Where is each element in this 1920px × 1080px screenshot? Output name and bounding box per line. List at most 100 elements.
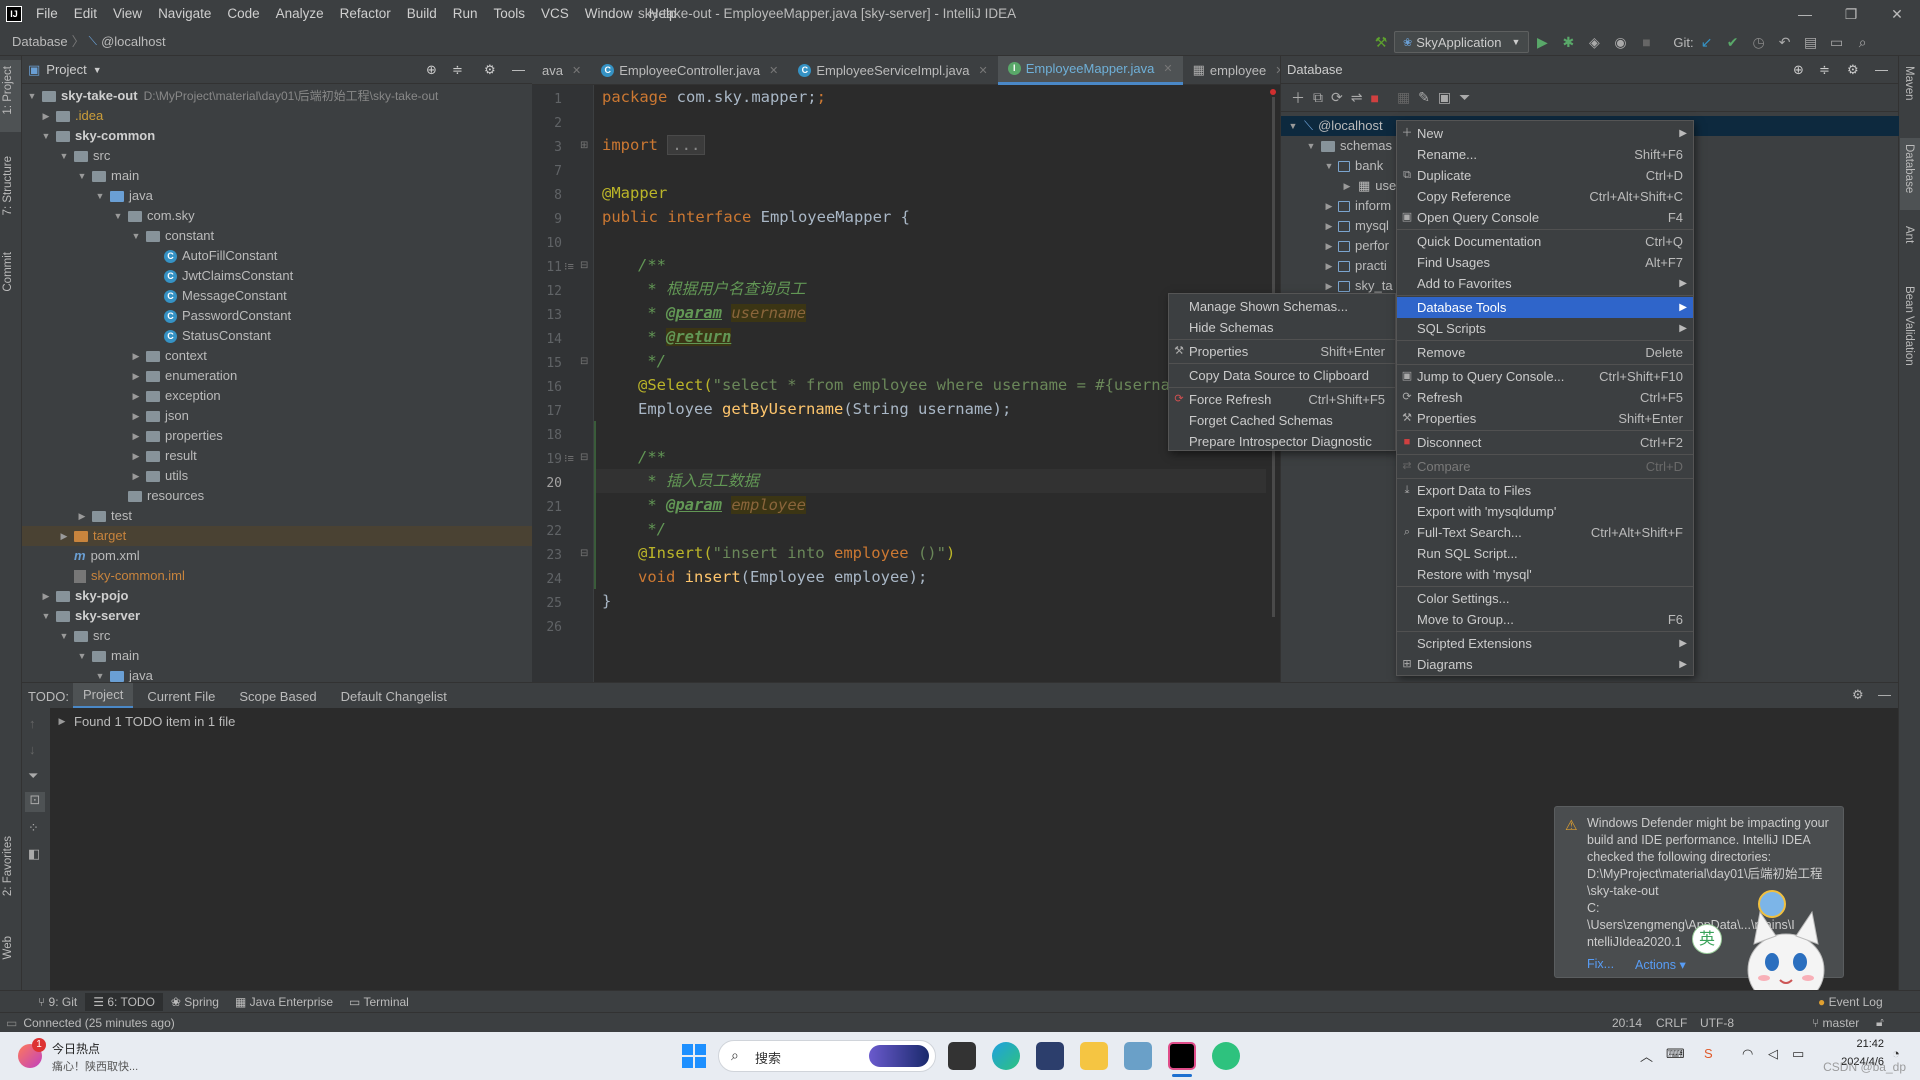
menu-diagrams[interactable]: ⊞ Diagrams ▶ [1397,654,1693,675]
menu-jump-to-query-console[interactable]: ▣ Jump to Query Console... Ctrl+Shift+F10 [1397,366,1693,387]
menu-full-text-search[interactable]: ⌕ Full-Text Search... Ctrl+Alt+Shift+F [1397,522,1693,543]
tree-node-jwtclaimsconstant[interactable]: C JwtClaimsConstant [148,266,293,286]
tray-ime-icon[interactable]: ⌨ [1666,1046,1685,1062]
tab-truncated[interactable]: ava ✕ [532,56,591,85]
doc-render-icon[interactable]: ⁝≡ [564,452,574,465]
build-hammer-icon[interactable]: ⚒ [1370,31,1392,53]
git-update-icon[interactable]: ↙ [1696,31,1718,53]
locate-icon[interactable]: ⊕ [426,62,437,78]
wechat-icon[interactable] [1212,1042,1240,1070]
layout-icon[interactable]: ◧ [28,846,40,862]
arrow-up-icon[interactable]: ↑ [29,716,36,731]
menu-open-query-console[interactable]: ▣ Open Query Console F4 [1397,207,1693,228]
hide-panel-icon[interactable]: — [512,62,525,77]
menu-copy-data-source[interactable]: Copy Data Source to Clipboard [1169,365,1395,386]
git-commit-icon[interactable]: ✔ [1722,31,1744,53]
menu-properties[interactable]: ⚒ Properties Shift+Enter [1397,408,1693,429]
menu-navigate[interactable]: Navigate [150,0,219,28]
todo-tab-scope-based[interactable]: Scope Based [229,685,326,708]
db-node-schemas[interactable]: ▼ schemas [1305,136,1393,156]
tree-node-resources[interactable]: resources [112,486,204,506]
menu-manage-shown-schemas[interactable]: Manage Shown Schemas... [1169,296,1395,317]
menu-find-usages[interactable]: Find Usages Alt+F7 [1397,252,1693,273]
menu-force-refresh[interactable]: ⟳ Force Refresh Ctrl+Shift+F5 [1169,389,1395,410]
hide-panel-icon[interactable]: — [1875,62,1888,77]
file-explorer-icon[interactable] [1080,1042,1108,1070]
stop-icon[interactable]: ■ [1635,31,1657,53]
close-icon[interactable]: ✕ [1874,0,1920,28]
menu-disconnect[interactable]: ■ Disconnect Ctrl+F2 [1397,432,1693,453]
clock-time[interactable]: 21:42 [1830,1038,1884,1050]
db-node-inform[interactable]: ▶ inform [1323,196,1392,216]
tree-node-messageconstant[interactable]: C MessageConstant [148,286,287,306]
tree-node-constant[interactable]: ▼ constant [130,226,215,246]
terminal-tool-tab[interactable]: ▭ Terminal [341,995,417,1009]
wifi-icon[interactable]: ◠ [1742,1046,1753,1062]
news-title[interactable]: 今日热点 [52,1040,100,1057]
presentation-icon[interactable]: ▭ [1826,31,1848,53]
edit-icon[interactable]: ✎ [1418,89,1430,106]
console-icon[interactable]: ▣ [1438,89,1451,106]
gear-icon[interactable]: ⚙ [1852,687,1864,703]
menu-copy-reference[interactable]: Copy Reference Ctrl+Alt+Shift+C [1397,186,1693,207]
tree-node-statusconstant[interactable]: C StatusConstant [148,326,271,346]
close-tab-icon[interactable]: ✕ [1163,62,1172,75]
gear-icon[interactable]: ⚙ [1847,62,1859,78]
tree-node-src[interactable]: ▼ src [58,146,111,166]
tree-node-enumeration[interactable]: ▶ enumeration [130,366,238,386]
edge-browser-icon[interactable] [992,1042,1020,1070]
lock-icon[interactable]: 🔓︎ [1876,1015,1884,1030]
tree-node-server-main[interactable]: ▼ main [76,646,140,666]
chevron-down-icon[interactable]: ▼ [93,65,102,75]
ant-tool-tab[interactable]: Ant [1903,226,1915,243]
db-node-localhost[interactable]: ▼ ⟍ @localhost [1287,116,1383,136]
menu-edit[interactable]: Edit [66,0,105,28]
tree-node-context[interactable]: ▶ context [130,346,207,366]
project-panel-title[interactable]: Project [46,62,86,77]
fold-icon[interactable]: ⊟ [580,356,588,367]
todo-tab-default-changelist[interactable]: Default Changelist [331,685,457,708]
taskbar-search[interactable]: ⌕ 搜索 [718,1040,936,1072]
breadcrumb-database[interactable]: Database [12,28,68,56]
news-subtitle[interactable]: 痛心！陕西取快... [52,1058,138,1074]
volume-icon[interactable]: ◁ [1768,1046,1778,1062]
disconnect-icon[interactable]: ■ [1370,90,1378,106]
tray-chevron-up-icon[interactable]: ︿ [1640,1046,1653,1065]
menu-vcs[interactable]: VCS [533,0,577,28]
status-icon[interactable]: ▭ [6,1016,17,1030]
tree-node-server-src[interactable]: ▼ src [58,626,111,646]
menu-refactor[interactable]: Refactor [332,0,399,28]
tree-node-result[interactable]: ▶ result [130,446,197,466]
event-log-tool-tab[interactable]: ● Event Log [1818,995,1883,1009]
doc-render-icon[interactable]: ⁝≡ [564,260,574,273]
menu-prepare-introspector[interactable]: Prepare Introspector Diagnostic [1169,431,1395,452]
web-tool-tab[interactable]: Web [2,936,14,959]
profiler-icon[interactable]: ◉ [1609,31,1631,53]
menu-rename[interactable]: Rename... Shift+F6 [1397,144,1693,165]
tree-node-utils[interactable]: ▶ utils [130,466,189,486]
tree-node-pom-xml[interactable]: m pom.xml [58,546,140,566]
vscode-like-icon[interactable] [1036,1042,1064,1070]
tree-node-sky-take-out[interactable]: ▼ sky-take-out D:\MyProject\material\day01… [26,86,439,106]
db-node-mysql[interactable]: ▶ mysql [1323,216,1389,236]
filter-icon[interactable]: ⏷ [28,768,38,784]
file-encoding[interactable]: UTF-8 [1700,1016,1734,1030]
menu-remove[interactable]: Remove Delete [1397,342,1693,363]
menu-file[interactable]: File [28,0,66,28]
db-node-practi[interactable]: ▶ practi [1323,256,1387,276]
collapse-all-icon[interactable]: ≑ [452,62,463,78]
tree-node-passwordconstant[interactable]: C PasswordConstant [148,306,291,326]
tree-node-com-sky[interactable]: ▼ com.sky [112,206,195,226]
project-tool-tab[interactable]: 1: Project [2,66,14,115]
menu-duplicate[interactable]: ⧉ Duplicate Ctrl+D [1397,165,1693,186]
menu-export-data-to-files[interactable]: ⤓ Export Data to Files [1397,480,1693,501]
add-icon[interactable]: ＋ [1291,88,1305,108]
menu-add-to-favorites[interactable]: Add to Favorites ▶ [1397,273,1693,294]
globe-icon[interactable]: ⊕ [1793,62,1804,78]
close-tab-icon[interactable]: ✕ [769,64,778,77]
menu-restore-mysql[interactable]: Restore with 'mysql' [1397,564,1693,585]
java-enterprise-tool-tab[interactable]: ▦ Java Enterprise [227,995,341,1009]
menu-new[interactable]: ＋ New ▶ [1397,123,1693,144]
close-tab-icon[interactable]: ✕ [979,64,988,77]
db-node-bank[interactable]: ▼ bank [1323,156,1384,176]
